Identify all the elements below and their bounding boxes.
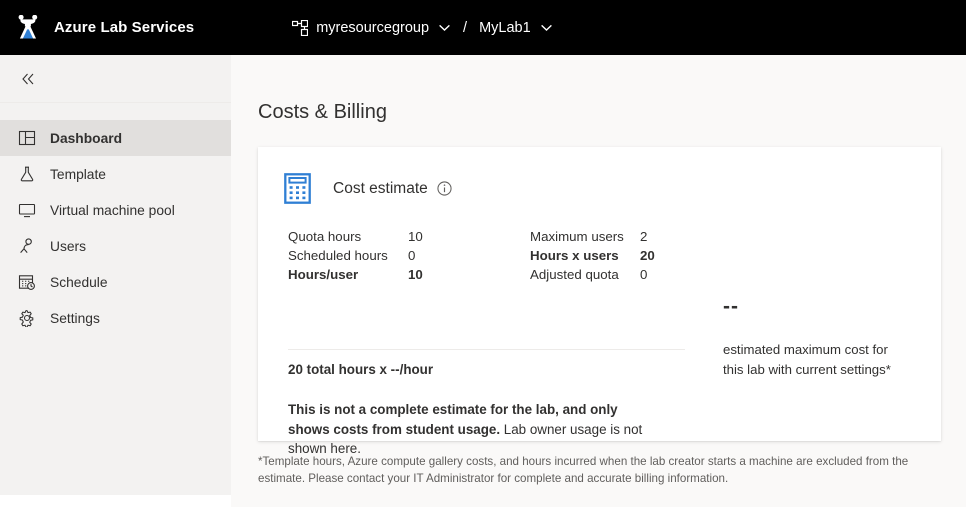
double-chevron-left-icon	[22, 73, 34, 84]
page-title: Costs & Billing	[258, 101, 387, 123]
breadcrumb-lab[interactable]: MyLab1	[479, 20, 553, 36]
chevron-down-icon[interactable]	[438, 21, 451, 34]
sidebar-item-label: Users	[50, 238, 87, 254]
chevron-down-icon[interactable]	[540, 21, 553, 34]
stat-value: 0	[408, 248, 416, 263]
cost-stats-left-column: Quota hours 10 Scheduled hours 0 Hours/u…	[288, 227, 448, 284]
sidebar-item-label: Virtual machine pool	[50, 202, 175, 218]
sidebar-item-virtual-machine-pool[interactable]: Virtual machine pool	[0, 192, 231, 228]
sidebar-nav: Dashboard Template Virtual machine pool	[0, 103, 231, 336]
sidebar-item-label: Schedule	[50, 274, 108, 290]
dashboard-grid-icon	[18, 130, 36, 146]
sidebar-collapse-row	[0, 55, 231, 103]
billing-footnote: *Template hours, Azure compute gallery c…	[258, 455, 909, 485]
calendar-clock-icon	[18, 275, 35, 290]
cost-estimate-header: Cost estimate	[258, 147, 941, 204]
monitor-icon	[18, 203, 36, 218]
top-bar: Azure Lab Services myresourcegroup / MyL…	[0, 0, 966, 55]
stat-key: Adjusted quota	[530, 267, 619, 282]
sidebar-item-label: Dashboard	[50, 130, 123, 146]
cost-estimate-card: Cost estimate Quota hours 10 Scheduled h…	[258, 147, 941, 456]
main-content: Costs & Billing Cost estimate Quota hour…	[231, 55, 966, 507]
stat-key: Hours/user	[288, 267, 359, 282]
cost-stats: Quota hours 10 Scheduled hours 0 Hours/u…	[288, 227, 941, 284]
azure-lab-flask-logo-icon	[18, 14, 38, 38]
total-hours-line: 20 total hours x --/hour	[288, 362, 434, 377]
card-divider	[288, 349, 685, 350]
estimated-cost-amount: --	[723, 295, 739, 318]
stat-value: 2	[640, 229, 648, 244]
stat-key: Quota hours	[288, 229, 362, 244]
cost-estimate-title: Cost estimate	[333, 179, 428, 197]
stat-key: Scheduled hours	[288, 248, 388, 263]
sidebar-item-users[interactable]: Users	[0, 228, 231, 264]
stat-value: 0	[640, 267, 648, 282]
stat-key: Maximum users	[530, 229, 624, 244]
breadcrumb-separator: /	[463, 19, 468, 36]
gear-icon	[19, 310, 34, 327]
stat-value: 10	[408, 267, 423, 282]
breadcrumb-resource-group-label: myresourcegroup	[316, 19, 430, 36]
sidebar-collapse-button[interactable]	[16, 67, 40, 91]
sidebar-item-schedule[interactable]: Schedule	[0, 264, 231, 300]
estimate-note: This is not a complete estimate for the …	[288, 400, 653, 459]
breadcrumb-resource-group[interactable]: myresourcegroup	[292, 19, 451, 36]
flask-icon	[20, 166, 34, 182]
sidebar-item-dashboard[interactable]: Dashboard	[0, 120, 231, 156]
estimated-cost-block: -- estimated maximum cost for this lab w…	[723, 295, 898, 379]
brand[interactable]: Azure Lab Services	[14, 14, 195, 41]
sidebar-item-template[interactable]: Template	[0, 156, 231, 192]
brand-name: Azure Lab Services	[54, 19, 195, 36]
azure-lab-services-app: Azure Lab Services myresourcegroup / MyL…	[0, 0, 966, 507]
breadcrumb-lab-label: MyLab1	[479, 19, 531, 36]
sidebar-item-label: Settings	[50, 310, 100, 326]
breadcrumb: myresourcegroup / MyLab1	[292, 19, 553, 36]
sidebar: Dashboard Template Virtual machine pool	[0, 55, 231, 495]
sidebar-item-settings[interactable]: Settings	[0, 300, 231, 336]
stat-key: Hours x users	[530, 248, 619, 263]
person-icon	[20, 238, 32, 253]
info-circle-icon[interactable]	[437, 181, 452, 196]
calculator-icon	[284, 173, 311, 204]
resource-group-icon	[292, 19, 309, 36]
stat-value: 10	[408, 229, 423, 244]
stat-value: 20	[640, 248, 655, 263]
cost-stats-right-column: Maximum users 2 Hours x users 20 Adjuste…	[530, 227, 680, 284]
estimated-cost-description: estimated maximum cost for this lab with…	[723, 342, 891, 377]
sidebar-item-label: Template	[50, 166, 106, 182]
